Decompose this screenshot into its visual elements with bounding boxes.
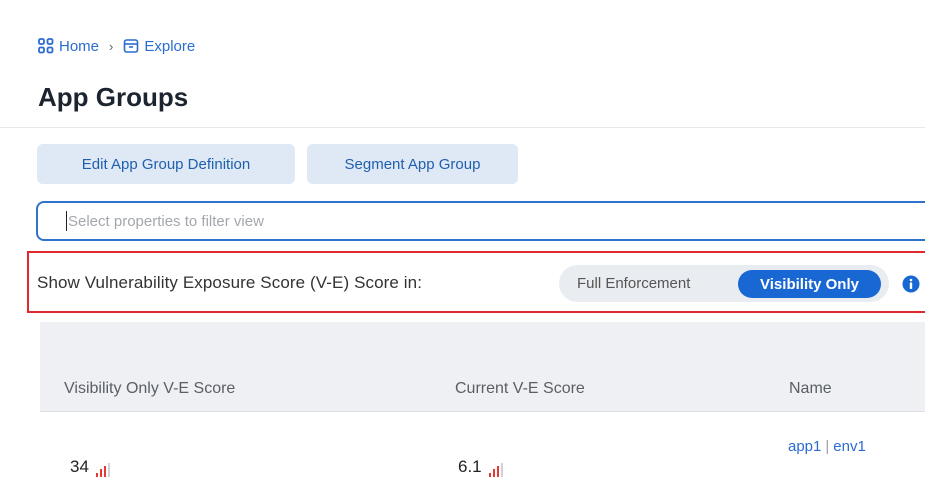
app-link[interactable]: app1	[788, 438, 821, 455]
column-header-current-score[interactable]: Current V-E Score	[455, 380, 585, 398]
column-header-visibility-score[interactable]: Visibility Only V-E Score	[64, 380, 235, 398]
visibility-score-value: 34	[70, 457, 89, 476]
explore-box-icon	[124, 39, 139, 53]
breadcrumb-explore-label[interactable]: Explore	[144, 38, 195, 55]
name-separator: |	[825, 438, 830, 455]
current-score-value: 6.1	[458, 457, 482, 476]
name-cell: app1 | env1	[788, 438, 866, 455]
info-icon[interactable]	[902, 275, 920, 293]
current-score-cell: 6.1	[458, 457, 505, 477]
table-header-divider	[40, 411, 925, 412]
text-caret	[66, 211, 67, 231]
column-header-name[interactable]: Name	[789, 380, 832, 398]
toggle-visibility-only[interactable]: Visibility Only	[738, 270, 881, 298]
table-header-band	[40, 322, 925, 412]
score-toggle-label: Show Vulnerability Exposure Score (V-E) …	[37, 273, 423, 292]
breadcrumb-home-label[interactable]: Home	[59, 38, 99, 55]
breadcrumb: Home › Explore	[38, 36, 195, 56]
signal-bars-icon	[488, 463, 505, 477]
edit-app-group-definition-button[interactable]: Edit App Group Definition	[37, 144, 295, 184]
chevron-right-icon: ›	[109, 38, 114, 54]
visibility-score-cell: 34	[70, 457, 112, 477]
toggle-full-enforcement[interactable]: Full Enforcement	[577, 265, 690, 302]
filter-input[interactable]: Select properties to filter view	[36, 201, 925, 241]
segment-app-group-button[interactable]: Segment App Group	[307, 144, 518, 184]
home-grid-icon	[38, 38, 54, 54]
signal-bars-icon	[95, 463, 112, 477]
header-divider	[0, 127, 925, 128]
filter-placeholder: Select properties to filter view	[68, 212, 264, 230]
score-mode-toggle[interactable]: Full Enforcement Visibility Only	[559, 265, 889, 302]
breadcrumb-explore[interactable]: Explore	[123, 38, 195, 55]
breadcrumb-home[interactable]: Home	[38, 38, 99, 55]
env-link[interactable]: env1	[833, 438, 866, 455]
page-title: App Groups	[38, 82, 189, 112]
